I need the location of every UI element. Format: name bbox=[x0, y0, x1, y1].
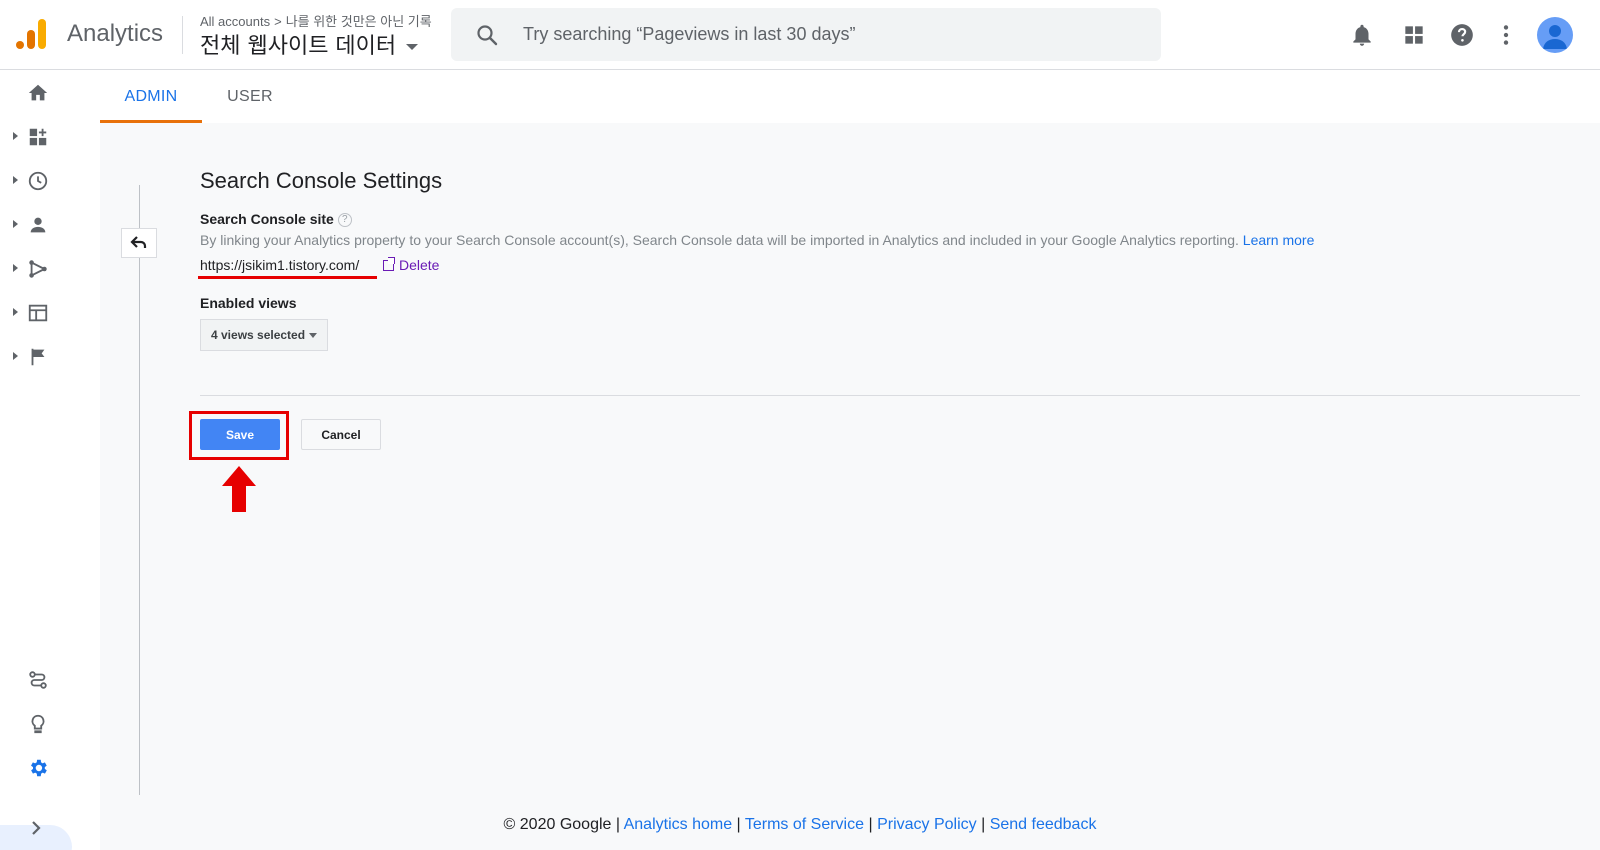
footer-separator: | bbox=[736, 816, 741, 833]
back-arrow-icon bbox=[130, 236, 147, 248]
behavior-icon bbox=[28, 304, 48, 322]
admin-gear-icon bbox=[31, 759, 47, 777]
search-bar[interactable] bbox=[451, 8, 1161, 61]
search-input[interactable] bbox=[523, 8, 1123, 61]
site-label-text: Search Console site bbox=[200, 211, 334, 227]
avatar-person-icon bbox=[1543, 25, 1567, 49]
form-divider bbox=[200, 395, 1580, 396]
breadcrumb-property[interactable]: 나를 위한 것만은 아닌 기록 bbox=[286, 14, 432, 29]
footer-link-analytics-home[interactable]: Analytics home bbox=[624, 816, 733, 833]
search-console-site-label: Search Console site? bbox=[200, 211, 352, 228]
tab-user[interactable]: USER bbox=[212, 70, 288, 123]
annotation-arrow-up-icon bbox=[222, 466, 256, 512]
admin-user-tabs: ADMIN USER bbox=[100, 70, 1600, 123]
customization-icon bbox=[29, 128, 47, 146]
delete-label: Delete bbox=[399, 257, 440, 273]
nav-audience[interactable] bbox=[0, 202, 72, 246]
save-button[interactable]: Save bbox=[200, 419, 280, 450]
breadcrumb-rail-line bbox=[139, 185, 140, 795]
nav-behavior[interactable] bbox=[0, 290, 72, 334]
audience-person-icon bbox=[30, 217, 46, 233]
view-caret-icon bbox=[406, 44, 419, 50]
search-icon bbox=[477, 25, 498, 46]
apps-grid-icon[interactable] bbox=[1401, 22, 1427, 48]
expand-caret-icon bbox=[13, 352, 18, 360]
description-text: By linking your Analytics property to yo… bbox=[200, 232, 1239, 248]
dropdown-caret-icon bbox=[309, 333, 317, 338]
breadcrumb-all-accounts[interactable]: All accounts bbox=[200, 14, 270, 29]
help-icon[interactable] bbox=[1449, 22, 1475, 48]
expand-caret-icon bbox=[13, 132, 18, 140]
nav-acquisition[interactable] bbox=[0, 246, 72, 290]
expand-caret-icon bbox=[13, 264, 18, 272]
enabled-views-dropdown[interactable]: 4 views selected bbox=[200, 319, 328, 351]
footer-links: © 2020 Google | Analytics home | Terms o… bbox=[0, 816, 1600, 834]
footer-separator: | bbox=[868, 816, 873, 833]
tab-admin[interactable]: ADMIN bbox=[100, 70, 202, 123]
nav-customization[interactable] bbox=[0, 114, 72, 158]
top-bar: Analytics All accounts > 나를 위한 것만은 아닌 기록 전… bbox=[0, 0, 1600, 70]
page-title: Search Console Settings bbox=[200, 168, 443, 193]
external-link-icon bbox=[383, 257, 395, 271]
cancel-button[interactable]: Cancel bbox=[301, 419, 381, 450]
learn-more-link[interactable]: Learn more bbox=[1243, 232, 1315, 248]
app-brand: Analytics bbox=[67, 20, 164, 47]
site-description: By linking your Analytics property to yo… bbox=[200, 232, 1314, 248]
nav-conversions[interactable] bbox=[0, 334, 72, 378]
conversions-flag-icon bbox=[31, 348, 45, 366]
brand-divider bbox=[182, 16, 183, 54]
enabled-views-label: Enabled views bbox=[200, 295, 297, 311]
footer-link-privacy[interactable]: Privacy Policy bbox=[877, 816, 977, 833]
bell-icon[interactable] bbox=[1349, 22, 1375, 48]
lightbulb-icon bbox=[31, 714, 45, 734]
linked-site-url: https://jsikim1.tistory.com/ bbox=[200, 257, 360, 273]
account-avatar[interactable] bbox=[1537, 17, 1573, 53]
back-button[interactable] bbox=[121, 228, 157, 258]
view-name: 전체 웹사이트 데이터 bbox=[200, 34, 397, 59]
acquisition-icon bbox=[29, 260, 47, 278]
analytics-logo-icon[interactable] bbox=[16, 18, 48, 50]
nav-admin[interactable] bbox=[0, 745, 72, 789]
realtime-clock-icon bbox=[28, 171, 48, 191]
expand-caret-icon bbox=[13, 220, 18, 228]
footer-separator: | bbox=[615, 816, 621, 833]
footer-copyright: © 2020 Google bbox=[503, 816, 612, 833]
more-vert-icon[interactable] bbox=[1493, 22, 1519, 48]
delete-link[interactable]: Delete bbox=[383, 257, 439, 273]
enabled-views-value: 4 views selected bbox=[211, 328, 306, 342]
attribution-path-icon bbox=[29, 671, 47, 689]
footer-separator: | bbox=[981, 816, 986, 833]
expand-rail-chevron-icon[interactable] bbox=[26, 818, 46, 838]
footer-link-feedback[interactable]: Send feedback bbox=[990, 816, 1097, 833]
nav-discover[interactable] bbox=[0, 701, 72, 745]
home-icon bbox=[28, 84, 48, 101]
breadcrumb-separator: > bbox=[274, 14, 282, 29]
left-nav-rail bbox=[0, 70, 72, 850]
expand-caret-icon bbox=[13, 176, 18, 184]
annotation-url-underline bbox=[198, 276, 377, 279]
expand-caret-icon bbox=[13, 308, 18, 316]
help-question-icon[interactable]: ? bbox=[337, 213, 352, 228]
nav-attribution[interactable] bbox=[0, 657, 72, 701]
nav-realtime[interactable] bbox=[0, 158, 72, 202]
nav-home[interactable] bbox=[0, 70, 72, 114]
footer-link-terms[interactable]: Terms of Service bbox=[745, 816, 864, 833]
page: Analytics All accounts > 나를 위한 것만은 아닌 기록 전… bbox=[0, 0, 1600, 850]
view-selector[interactable]: 전체 웹사이트 데이터 bbox=[200, 28, 419, 60]
